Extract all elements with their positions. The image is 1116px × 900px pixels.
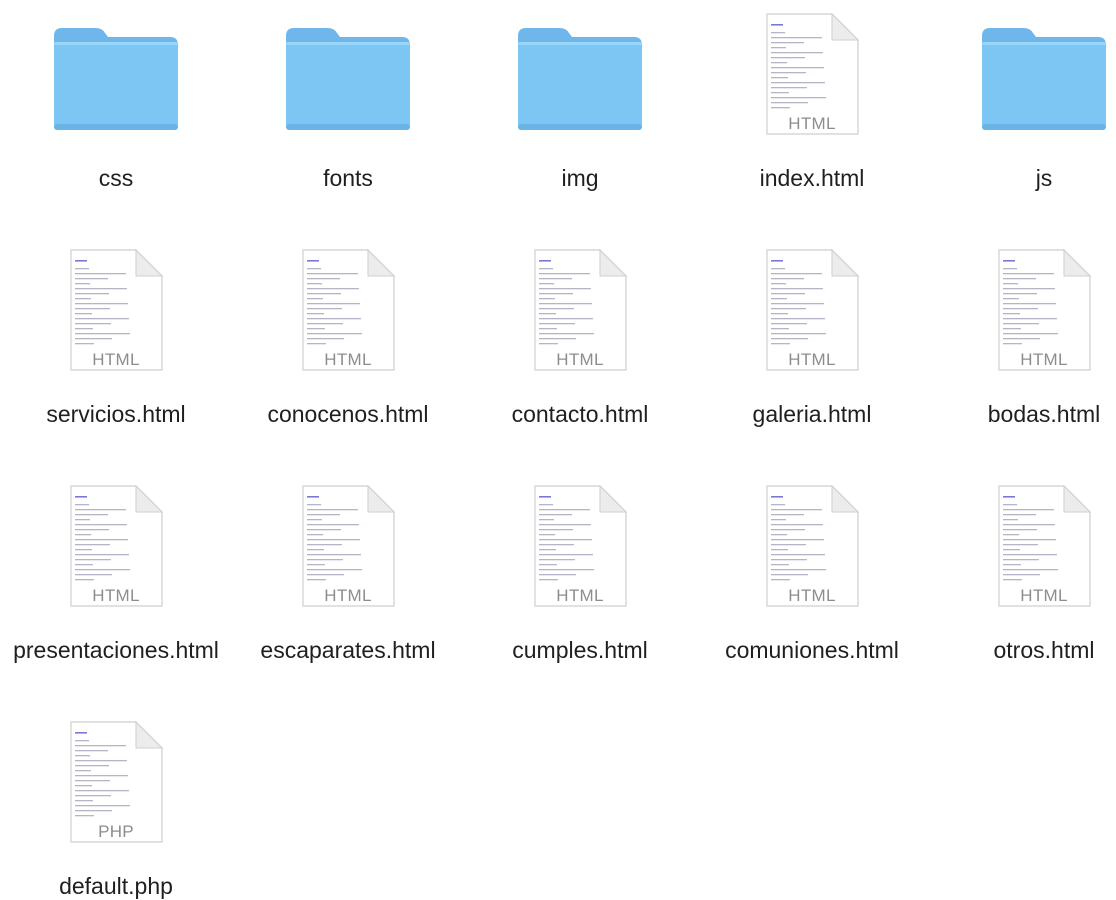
file-kind-label: HTML: [1020, 586, 1068, 605]
folder-item-css[interactable]: css: [0, 10, 232, 192]
html-document-icon: HTML: [52, 482, 180, 610]
file-name-label: contacto.html: [511, 401, 649, 427]
html-document-icon: HTML: [52, 246, 180, 374]
file-icon-grid: css fonts img HTML index.html js HTML serv…: [0, 0, 1116, 899]
file-name-label: presentaciones.html: [13, 637, 219, 663]
file-kind-label: HTML: [556, 586, 604, 605]
file-item-galeria-html[interactable]: HTML galeria.html: [696, 246, 928, 428]
file-name-label: galeria.html: [752, 401, 872, 427]
file-kind-label: HTML: [1020, 350, 1068, 369]
file-item-contacto-html[interactable]: HTML contacto.html: [464, 246, 696, 428]
folder-icon: [980, 10, 1108, 138]
file-name-label: conocenos.html: [267, 401, 429, 427]
file-name-label: servicios.html: [46, 401, 186, 427]
folder-icon: [516, 10, 644, 138]
file-kind-label: HTML: [788, 114, 836, 133]
file-name-label: cumples.html: [512, 637, 648, 663]
file-item-servicios-html[interactable]: HTML servicios.html: [0, 246, 232, 428]
file-name-label: css: [98, 165, 134, 191]
file-item-default-php[interactable]: PHP default.php: [0, 718, 232, 900]
folder-icon: [52, 10, 180, 138]
html-document-icon: HTML: [748, 246, 876, 374]
html-document-icon: HTML: [980, 246, 1108, 374]
php-document-icon: PHP: [52, 718, 180, 846]
file-kind-label: HTML: [92, 586, 140, 605]
file-name-label: escaparates.html: [260, 637, 436, 663]
html-document-icon: HTML: [748, 10, 876, 138]
file-kind-label: PHP: [98, 822, 134, 841]
file-item-presentaciones-html[interactable]: HTML presentaciones.html: [0, 482, 232, 664]
folder-item-img[interactable]: img: [464, 10, 696, 192]
folder-item-fonts[interactable]: fonts: [232, 10, 464, 192]
file-name-label: index.html: [759, 165, 865, 191]
file-item-bodas-html[interactable]: HTML bodas.html: [928, 246, 1116, 428]
file-name-label: default.php: [59, 873, 173, 899]
html-document-icon: HTML: [980, 482, 1108, 610]
file-kind-label: HTML: [324, 586, 372, 605]
file-kind-label: HTML: [92, 350, 140, 369]
file-item-index-html[interactable]: HTML index.html: [696, 10, 928, 192]
file-item-escaparates-html[interactable]: HTML escaparates.html: [232, 482, 464, 664]
file-item-conocenos-html[interactable]: HTML conocenos.html: [232, 246, 464, 428]
html-document-icon: HTML: [284, 246, 412, 374]
file-name-label: img: [561, 165, 599, 191]
html-document-icon: HTML: [284, 482, 412, 610]
folder-item-js[interactable]: js: [928, 10, 1116, 192]
file-item-comuniones-html[interactable]: HTML comuniones.html: [696, 482, 928, 664]
file-item-cumples-html[interactable]: HTML cumples.html: [464, 482, 696, 664]
html-document-icon: HTML: [516, 246, 644, 374]
file-kind-label: HTML: [324, 350, 372, 369]
file-name-label: js: [1035, 165, 1053, 191]
file-item-otros-html[interactable]: HTML otros.html: [928, 482, 1116, 664]
file-name-label: fonts: [323, 165, 373, 191]
folder-icon: [284, 10, 412, 138]
html-document-icon: HTML: [516, 482, 644, 610]
file-name-label: bodas.html: [987, 401, 1101, 427]
file-kind-label: HTML: [788, 586, 836, 605]
html-document-icon: HTML: [748, 482, 876, 610]
file-name-label: otros.html: [993, 637, 1095, 663]
file-kind-label: HTML: [788, 350, 836, 369]
file-name-label: comuniones.html: [725, 637, 899, 663]
file-kind-label: HTML: [556, 350, 604, 369]
